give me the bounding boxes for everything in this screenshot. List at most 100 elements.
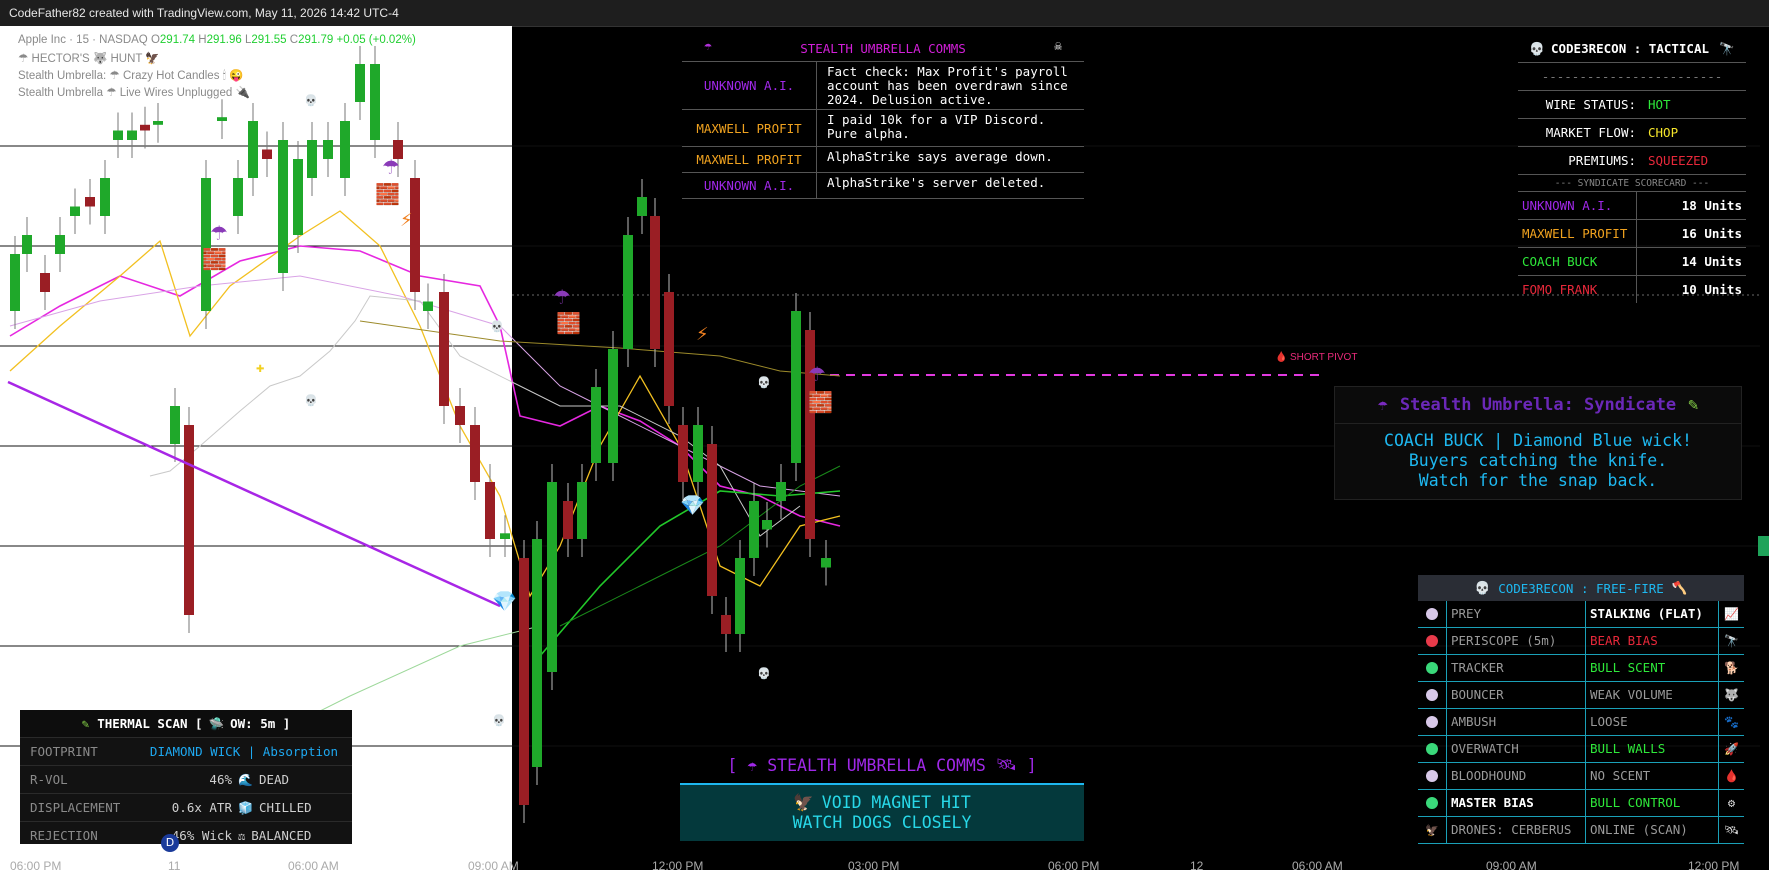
syndicate-body: COACH BUCK | Diamond Blue wick! Buyers c… — [1335, 424, 1741, 491]
candle-body[interactable] — [650, 216, 660, 349]
candle-body[interactable] — [410, 178, 420, 292]
candle-body[interactable] — [10, 254, 20, 311]
freefire-label: OVERWATCH — [1447, 736, 1586, 762]
candle-body[interactable] — [262, 149, 272, 160]
candle-body[interactable] — [485, 482, 495, 539]
comms-sender: UNKNOWN A.I. — [682, 62, 817, 109]
candle-body[interactable] — [355, 64, 365, 102]
candle-body[interactable] — [532, 539, 542, 767]
candle-body[interactable] — [170, 406, 180, 444]
candle-body[interactable] — [140, 124, 150, 131]
candle-body[interactable] — [821, 558, 831, 568]
candle-body[interactable] — [55, 235, 65, 254]
candle-body[interactable] — [127, 130, 137, 141]
indicator-legend-1[interactable]: ☂ HECTOR'S 🐺 HUNT 🦅 — [18, 51, 160, 65]
candle-body[interactable] — [591, 387, 601, 463]
candle-body[interactable] — [307, 140, 317, 178]
skull-crossbones-icon: ☠ — [1054, 39, 1062, 54]
candle-body[interactable] — [664, 292, 674, 406]
candle-body[interactable] — [707, 444, 717, 596]
freefire-label: DRONES: CERBERUS — [1447, 817, 1586, 843]
candle-body[interactable] — [735, 558, 745, 634]
candle-body[interactable] — [500, 533, 510, 539]
freefire-value: ONLINE (SCAN) — [1586, 817, 1719, 843]
candle-body[interactable] — [370, 64, 380, 140]
comms-alert-body: 🦅 VOID MAGNET HIT WATCH DOGS CLOSELY — [680, 785, 1084, 841]
thermal-value-2: BALANCED — [251, 828, 312, 843]
freefire-row-icon: 🚀 — [1724, 742, 1739, 756]
status-dot-icon — [1426, 689, 1438, 701]
freefire-value: LOOSE — [1586, 709, 1719, 735]
candle-body[interactable] — [217, 117, 227, 121]
umbrella-marker: ☂ — [808, 362, 826, 386]
candle-body[interactable] — [762, 520, 772, 530]
candle-body[interactable] — [100, 178, 110, 216]
umbrella-marker: ☂ — [553, 285, 571, 309]
candle-body[interactable] — [749, 501, 759, 558]
candle-body[interactable] — [113, 130, 123, 141]
freefire-row-icon: 🐺 — [1724, 688, 1739, 702]
candle-body[interactable] — [85, 197, 95, 207]
indicator-legend-2[interactable]: Stealth Umbrella: ☂ Crazy Hot Candles 🕯 … — [18, 68, 243, 83]
indicator-legend-3[interactable]: Stealth Umbrella ☂ Live Wires Unplugged … — [18, 85, 250, 99]
indicator-suffix: Live Wires Unplugged — [119, 87, 233, 99]
candle-body[interactable] — [293, 159, 303, 235]
freefire-row: OVERWATCH BULL WALLS 🚀 — [1418, 736, 1744, 763]
candle-body[interactable] — [22, 235, 32, 254]
candle-body[interactable] — [153, 121, 163, 125]
pencil-icon: ✎ — [81, 716, 90, 731]
candle-body[interactable] — [423, 301, 433, 312]
attribution-text: CodeFather82 created with TradingView.co… — [9, 6, 399, 20]
candle-body[interactable] — [340, 121, 350, 178]
candle-body[interactable] — [233, 178, 243, 216]
candle-body[interactable] — [278, 140, 288, 273]
thermal-value: DIAMOND WICK | Absorption — [149, 744, 339, 759]
status-dot-icon — [1426, 743, 1438, 755]
candle-body[interactable] — [248, 121, 258, 178]
thermal-header: ✎ THERMAL SCAN [ 🛸 OW: 5m ] — [20, 710, 352, 737]
freefire-value: NO SCENT — [1586, 763, 1719, 789]
status-dot-icon — [1426, 716, 1438, 728]
syndicate-title: Stealth Umbrella: Syndicate — [1399, 395, 1677, 415]
candle-body[interactable] — [791, 311, 801, 463]
thermal-row: R-VOL 46% 🌊 DEAD — [20, 765, 352, 793]
thermal-row: REJECTION 46% Wick ⚖ BALANCED — [20, 821, 352, 849]
candle-body[interactable] — [70, 206, 80, 217]
candle-body[interactable] — [693, 425, 703, 482]
score-units: 16 Units — [1681, 226, 1742, 241]
candle-body[interactable] — [563, 501, 573, 539]
status-dot — [1418, 736, 1447, 762]
skull-marker: 💀 — [757, 667, 771, 680]
freefire-row-icon: 📈 — [1724, 607, 1739, 621]
freefire-value: STALKING (FLAT) — [1586, 601, 1719, 627]
candle-body[interactable] — [678, 425, 688, 482]
skull-marker: 💀 — [490, 320, 504, 333]
candle-body[interactable] — [323, 140, 333, 159]
candle-body[interactable] — [470, 425, 480, 482]
comms-message: AlphaStrike says average down. — [827, 149, 1053, 164]
candle-body[interactable] — [184, 425, 194, 615]
dividend-marker[interactable]: D — [161, 834, 179, 852]
score-units: 18 Units — [1681, 198, 1742, 213]
freefire-row: PERISCOPE (5m) BEAR BIAS 🔭 — [1418, 628, 1744, 655]
candle-body[interactable] — [577, 482, 587, 539]
candle-body[interactable] — [519, 558, 529, 805]
pivot-drop-icon: 🩸 — [1275, 350, 1287, 363]
status-dot — [1418, 763, 1447, 789]
candle-body[interactable] — [608, 349, 618, 463]
candle-body[interactable] — [547, 482, 557, 672]
status-dot-icon — [1426, 608, 1438, 620]
alert-line-2: WATCH DOGS CLOSELY — [792, 813, 972, 832]
candle-body[interactable] — [721, 615, 731, 634]
brick-marker: 🧱 — [375, 182, 400, 206]
candle-body[interactable] — [776, 482, 786, 501]
ohlc-high: 291.96 — [206, 34, 242, 46]
candle-body[interactable] — [455, 406, 465, 425]
candle-body[interactable] — [637, 197, 647, 216]
thermal-title: THERMAL SCAN [ — [97, 716, 203, 731]
candle-body[interactable] — [623, 235, 633, 349]
ohlc-change: +0.05 (+0.02%) — [336, 34, 416, 46]
candle-body[interactable] — [439, 292, 449, 406]
candle-body[interactable] — [40, 273, 50, 292]
status-dot-icon — [1426, 770, 1438, 782]
